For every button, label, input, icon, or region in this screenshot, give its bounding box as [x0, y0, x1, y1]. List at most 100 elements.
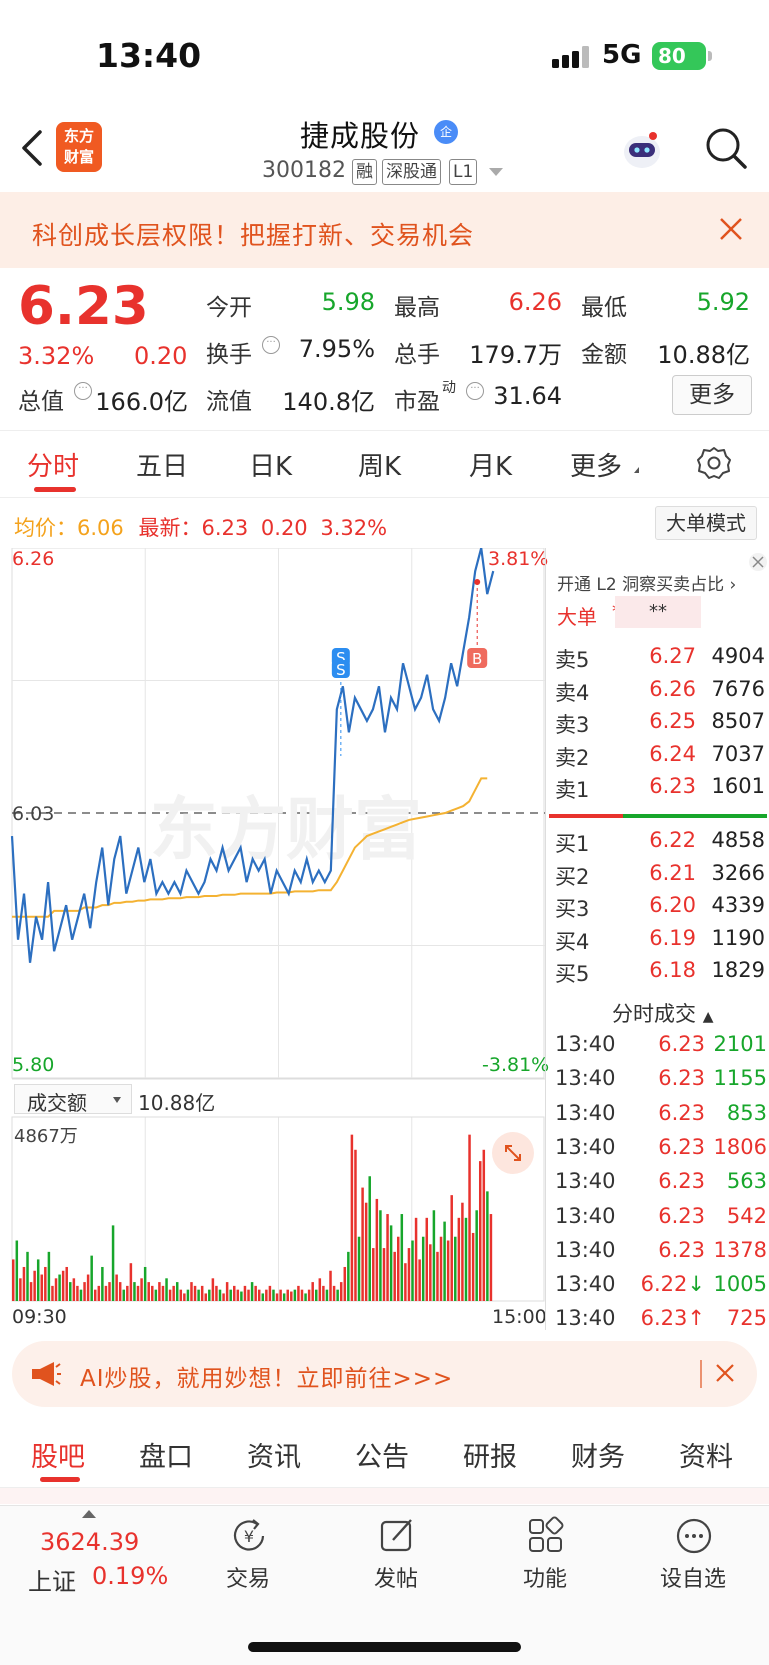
volume-bar	[386, 1214, 389, 1301]
ask-row[interactable]: 卖3 6.25 8507	[555, 709, 765, 741]
volume-bar	[204, 1293, 207, 1301]
buy-sell-ratio-bar	[549, 814, 767, 818]
compose-icon[interactable]	[377, 1516, 417, 1556]
tab-five-day[interactable]: 五日	[136, 446, 188, 483]
trade-price: 6.23	[635, 1169, 705, 1193]
search-icon[interactable]	[704, 126, 748, 170]
tab-day-k[interactable]: 日K	[249, 446, 292, 483]
volume-bar	[400, 1214, 404, 1301]
watchlist-label[interactable]: 设自选	[660, 1561, 726, 1593]
volume-bar	[275, 1293, 279, 1301]
expand-button[interactable]	[492, 1132, 534, 1174]
divider	[545, 548, 546, 1330]
trade-price: 6.23↑	[635, 1306, 705, 1330]
active-tab-indicator	[34, 487, 76, 492]
more-button[interactable]: 更多	[672, 375, 752, 415]
ask-row[interactable]: 卖1 6.23 1601	[555, 774, 765, 806]
back-button[interactable]	[14, 128, 54, 168]
bid-row[interactable]: 买3 6.20 4339	[555, 893, 765, 925]
tab-finance[interactable]: 财务	[571, 1435, 625, 1474]
volume-bar	[350, 1134, 354, 1301]
more-circle-icon[interactable]	[674, 1516, 714, 1556]
info-icon[interactable]: ···	[262, 336, 280, 354]
volume-bar	[101, 1266, 104, 1301]
tab-orderbook[interactable]: 盘口	[139, 1435, 193, 1474]
ask-row[interactable]: 卖4 6.26 7676	[555, 677, 765, 709]
volume-bar	[79, 1289, 83, 1301]
volume-bar	[243, 1285, 247, 1301]
functions-label[interactable]: 功能	[523, 1561, 567, 1593]
content-band	[0, 1488, 769, 1504]
trade-volume: 2101	[713, 1032, 767, 1056]
trade-volume: 725	[726, 1306, 767, 1331]
volume-bar	[211, 1278, 215, 1301]
bid-row[interactable]: 买1 6.22 4858	[555, 828, 765, 860]
close-icon[interactable]	[714, 1362, 736, 1384]
tag-margin: 融	[352, 159, 377, 185]
tab-month-k[interactable]: 月K	[469, 446, 512, 483]
amount-label: 金额	[581, 342, 627, 368]
apps-icon[interactable]	[526, 1516, 566, 1556]
volume-bar	[19, 1278, 22, 1301]
tab-profile[interactable]: 资料	[679, 1435, 733, 1474]
trade-time: 13:40	[555, 1203, 616, 1228]
ask-level-label: 卖1	[555, 778, 590, 802]
bid-level-label: 买1	[555, 832, 590, 856]
volume-bar	[47, 1251, 51, 1301]
float-cap-value: 140.8亿	[282, 388, 375, 416]
info-icon[interactable]: ···	[466, 382, 484, 400]
robot-assistant-icon[interactable]	[620, 128, 664, 172]
index-value[interactable]: 3624.39	[40, 1528, 139, 1556]
volume-bar	[225, 1282, 229, 1301]
bid-row[interactable]: 买2 6.21 3266	[555, 861, 765, 893]
turnover-value: 7.95%	[298, 335, 375, 363]
volume-type-select[interactable]: 成交额	[14, 1084, 132, 1115]
trade-label[interactable]: 交易	[226, 1561, 270, 1593]
trade-volume: 563	[726, 1169, 767, 1194]
close-icon[interactable]	[748, 552, 768, 572]
tab-more[interactable]: 更多	[570, 446, 622, 483]
ask-row[interactable]: 卖2 6.24 7037	[555, 742, 765, 774]
divider	[700, 1360, 702, 1388]
tab-forum[interactable]: 股吧	[31, 1435, 85, 1474]
volume-bar	[339, 1282, 343, 1301]
volume-bar	[197, 1289, 200, 1301]
app-logo[interactable]: 东方 财富	[56, 122, 102, 172]
volume-bar	[454, 1236, 457, 1301]
tab-week-k[interactable]: 周K	[358, 446, 401, 483]
trade-price: 6.23	[635, 1135, 705, 1159]
home-indicator[interactable]	[248, 1642, 521, 1652]
trade-price: 6.23	[635, 1204, 705, 1228]
volume-bar	[218, 1289, 222, 1301]
big-order-sell: **	[615, 596, 701, 628]
volume-bar	[286, 1289, 289, 1301]
index-percent[interactable]: 0.19%	[92, 1562, 168, 1590]
volume-bar	[44, 1266, 47, 1301]
tab-announcements[interactable]: 公告	[355, 1435, 409, 1474]
tab-research[interactable]: 研报	[463, 1435, 517, 1474]
close-icon[interactable]	[718, 216, 744, 242]
trade-icon[interactable]: ¥	[229, 1516, 269, 1556]
big-order-mode-button[interactable]: 大单模式	[655, 506, 757, 540]
post-label[interactable]: 发帖	[374, 1561, 418, 1593]
volume-bar	[172, 1285, 175, 1301]
tab-intraday[interactable]: 分时	[27, 446, 79, 483]
volume-total: 10.88亿	[138, 1091, 216, 1115]
volume-label: 总手	[394, 342, 440, 368]
bid-row[interactable]: 买4 6.19 1190	[555, 926, 765, 958]
trade-price: 6.23	[635, 1032, 705, 1056]
chevron-down-icon[interactable]	[489, 168, 503, 176]
trades-title[interactable]: 分时成交 ▲	[612, 998, 713, 1028]
tab-news[interactable]: 资讯	[247, 1435, 301, 1474]
index-name[interactable]: 上证	[28, 1562, 76, 1597]
gear-icon[interactable]	[697, 446, 731, 480]
trade-time: 13:40	[555, 1100, 616, 1125]
l2-promo-link[interactable]: 开通 L2 洞察买卖占比 ›	[557, 570, 736, 595]
trade-time: 13:40	[555, 1169, 616, 1194]
volume-bar	[147, 1282, 150, 1301]
intraday-chart[interactable]: 东方财富 SSB	[0, 548, 545, 1338]
caret-up-icon[interactable]	[82, 1510, 96, 1518]
bid-row[interactable]: 买5 6.18 1829	[555, 958, 765, 990]
trade-row: 13:40 6.23 1378	[555, 1238, 767, 1272]
ask-row[interactable]: 卖5 6.27 4904	[555, 644, 765, 676]
